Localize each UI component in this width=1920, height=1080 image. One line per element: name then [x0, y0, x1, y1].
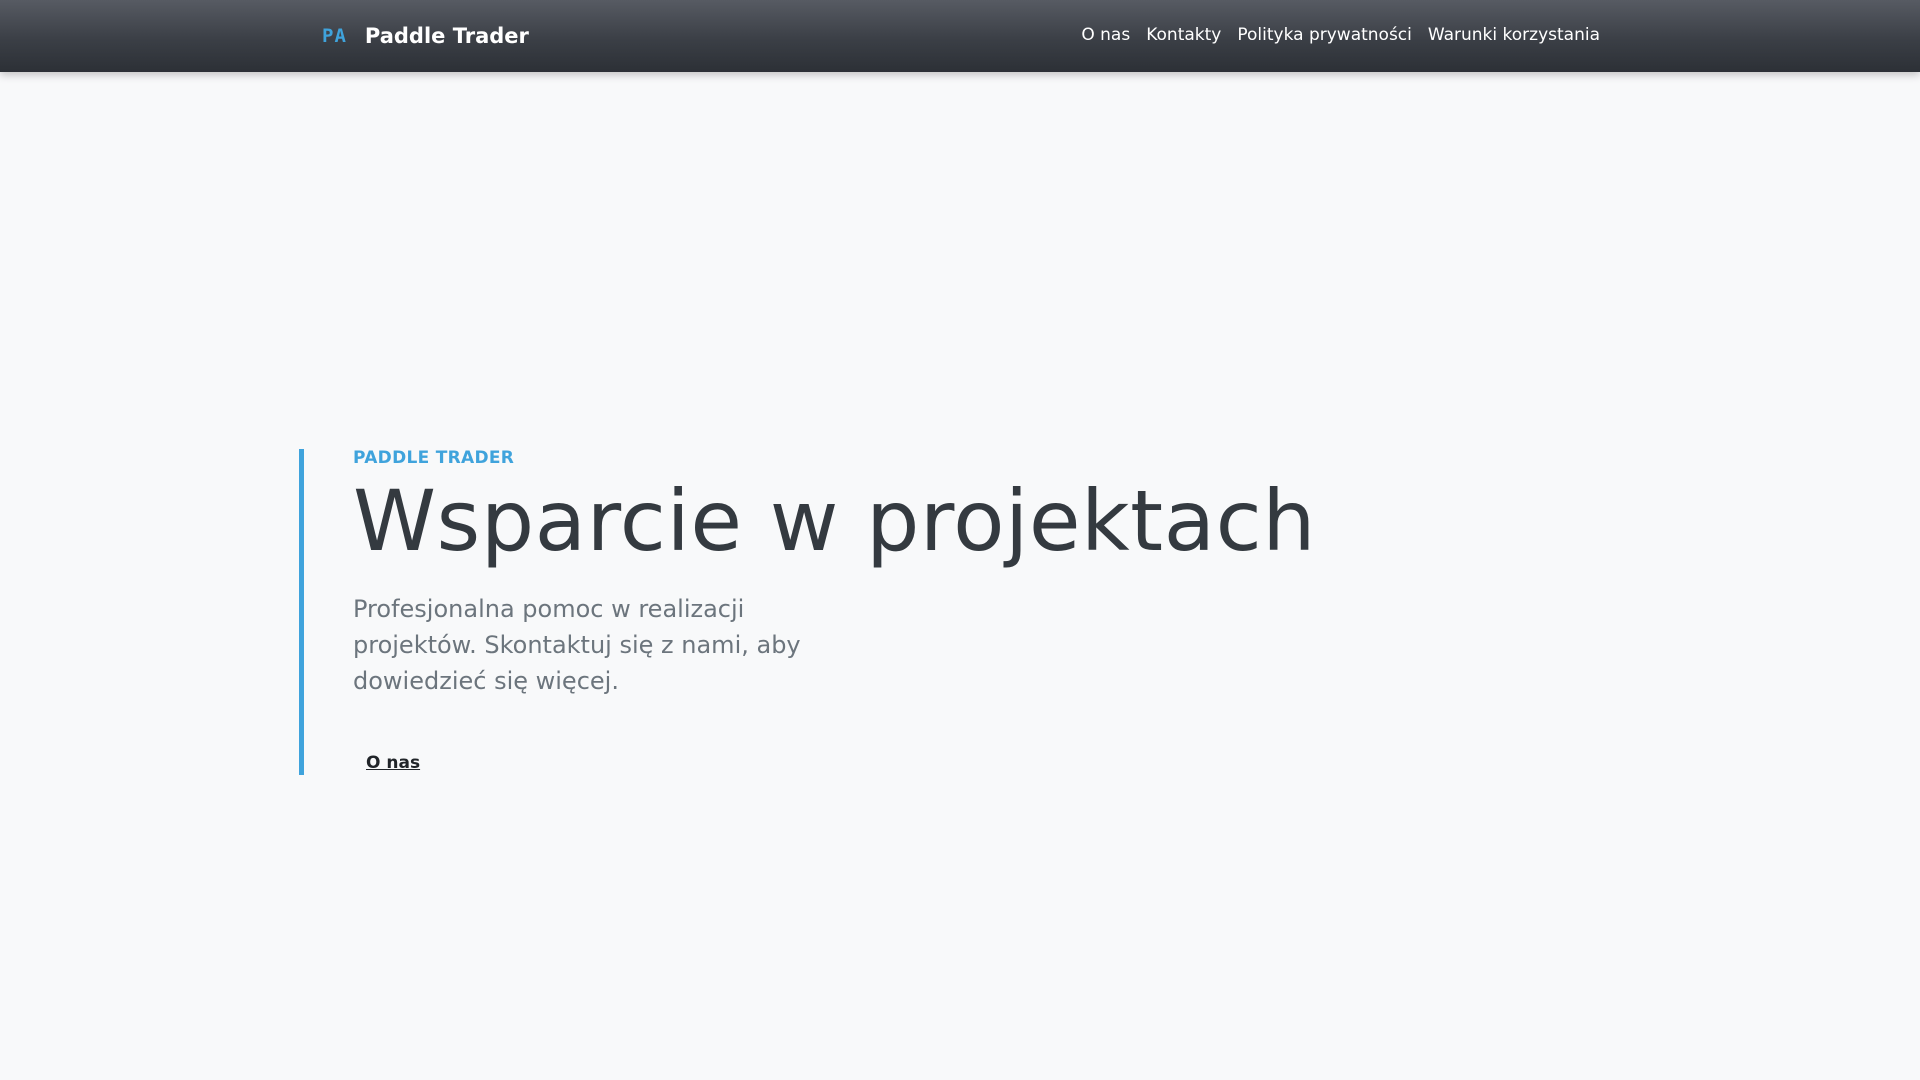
- main-nav: O nas Kontakty Polityka prywatności Waru…: [1081, 0, 1600, 70]
- nav-link-privacy-policy[interactable]: Polityka prywatności: [1237, 25, 1412, 45]
- hero-eyebrow: PADDLE TRADER: [353, 448, 515, 468]
- brand-logo-link[interactable]: PA Paddle Trader: [322, 0, 529, 72]
- brand-abbreviation: PA: [322, 25, 347, 47]
- nav-link-about[interactable]: O nas: [1081, 25, 1130, 45]
- nav-link-terms[interactable]: Warunki korzystania: [1428, 25, 1600, 45]
- hero-content: PADDLE TRADER Wsparcie w projektach Prof…: [353, 449, 1353, 773]
- hero-lead-text: Profesjonalna pomoc w realizacji projekt…: [353, 595, 801, 695]
- hero-about-link[interactable]: O nas: [366, 753, 420, 773]
- top-navbar: PA Paddle Trader O nas Kontakty Polityka…: [0, 0, 1920, 72]
- hero-headline: Wsparcie w projektach: [353, 472, 1317, 570]
- brand-name: Paddle Trader: [364, 24, 529, 48]
- hero-section: PADDLE TRADER Wsparcie w projektach Prof…: [299, 449, 1316, 775]
- nav-link-contacts[interactable]: Kontakty: [1146, 25, 1221, 45]
